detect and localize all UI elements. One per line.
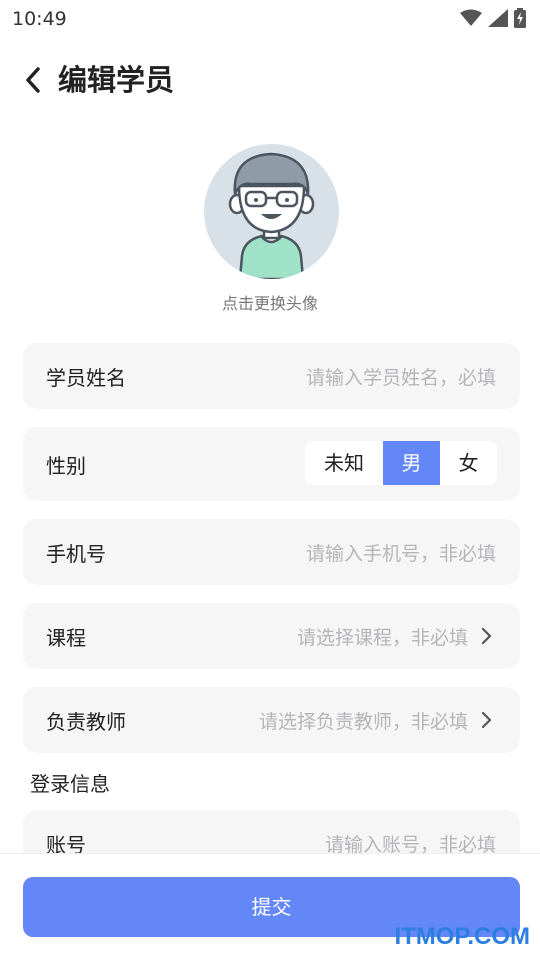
battery-charging-icon [514, 8, 526, 28]
login-section-title: 登录信息 [30, 772, 110, 796]
chevron-right-icon [481, 711, 492, 729]
cellular-signal-icon [488, 9, 508, 27]
back-button[interactable] [18, 62, 48, 98]
course-select[interactable]: 请选择课程，非必填 [297, 623, 468, 650]
name-input[interactable]: 请输入学员姓名，必填 [306, 363, 496, 390]
page-title: 编辑学员 [58, 63, 175, 97]
student-avatar-icon [228, 152, 315, 279]
status-icons [460, 8, 526, 28]
gender-option-unknown[interactable]: 未知 [305, 441, 383, 485]
teacher-field[interactable]: 负责教师 请选择负责教师，非必填 [23, 687, 520, 753]
watermark: ITMOP.COM [394, 923, 530, 950]
status-bar: 10:49 [0, 0, 540, 36]
gender-option-female[interactable]: 女 [440, 441, 497, 485]
teacher-select[interactable]: 请选择负责教师，非必填 [259, 707, 468, 734]
course-field[interactable]: 课程 请选择课程，非必填 [23, 603, 520, 669]
status-time: 10:49 [12, 8, 67, 30]
name-field[interactable]: 学员姓名 请输入学员姓名，必填 [23, 343, 520, 409]
phone-input[interactable]: 请输入手机号，非必填 [306, 539, 496, 566]
course-label: 课程 [46, 626, 86, 650]
chevron-right-icon [481, 627, 492, 645]
name-label: 学员姓名 [46, 366, 126, 390]
teacher-label: 负责教师 [46, 710, 126, 734]
wifi-icon [460, 9, 482, 26]
avatar[interactable] [204, 144, 339, 279]
gender-option-male[interactable]: 男 [383, 441, 440, 485]
header: 编辑学员 [0, 58, 540, 102]
phone-field[interactable]: 手机号 请输入手机号，非必填 [23, 519, 520, 585]
gender-label: 性别 [46, 454, 86, 478]
phone-label: 手机号 [46, 542, 106, 566]
avatar-hint[interactable]: 点击更换头像 [0, 290, 540, 314]
gender-field: 性别 未知 男 女 [23, 427, 520, 501]
chevron-left-icon [26, 67, 40, 93]
gender-selector[interactable]: 未知 男 女 [305, 441, 497, 485]
